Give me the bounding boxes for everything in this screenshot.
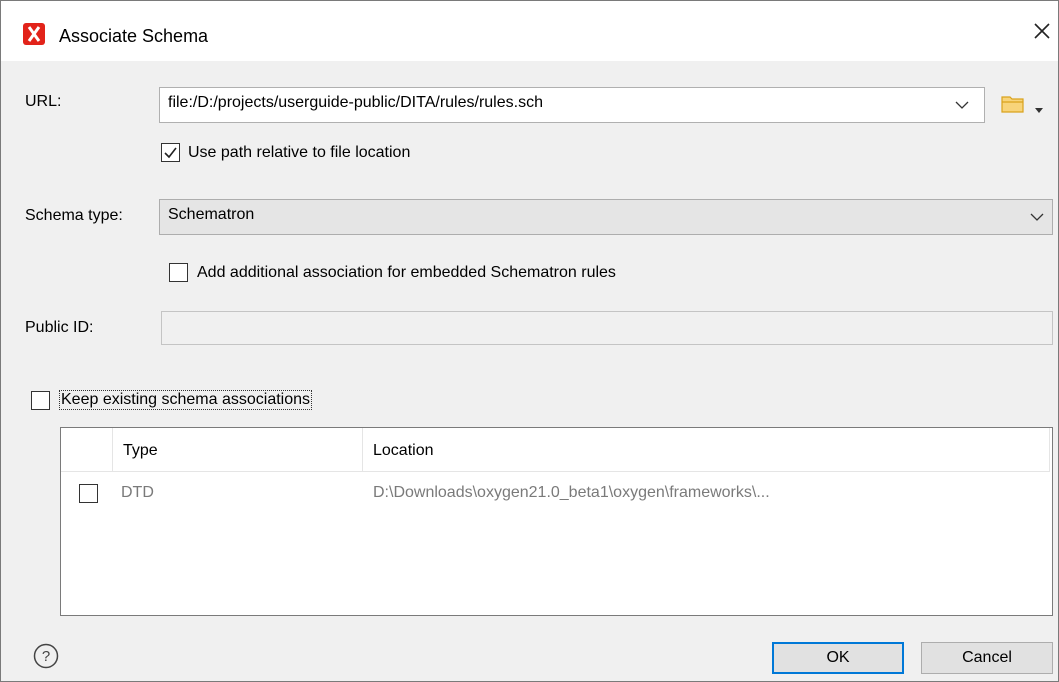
title-bar: Associate Schema — [1, 1, 1058, 61]
embedded-checkbox[interactable] — [169, 263, 188, 282]
cancel-button[interactable]: Cancel — [921, 642, 1053, 674]
location-column-header[interactable]: Location — [363, 428, 1050, 472]
row-location: D:\Downloads\oxygen21.0_beta1\oxygen\fra… — [373, 484, 770, 501]
ok-button[interactable]: OK — [772, 642, 904, 674]
svg-text:?: ? — [42, 648, 50, 665]
url-combo[interactable]: file:/D:/projects/userguide-public/DITA/… — [159, 87, 985, 123]
keep-existing-label: Keep existing schema associations — [59, 390, 313, 410]
keep-existing-checkbox[interactable] — [31, 391, 50, 410]
chevron-down-icon — [1030, 213, 1044, 221]
row-type: DTD — [121, 484, 154, 501]
schema-type-value: Schematron — [168, 206, 255, 223]
use-relative-label: Use path relative to file location — [188, 144, 411, 161]
chevron-down-icon[interactable] — [955, 100, 969, 110]
help-icon[interactable]: ? — [33, 643, 59, 669]
schema-type-label: Schema type: — [25, 207, 123, 224]
window-title: Associate Schema — [59, 26, 209, 46]
schema-type-select[interactable]: Schematron — [159, 199, 1053, 235]
url-value: file:/D:/projects/userguide-public/DITA/… — [168, 94, 543, 111]
caret-down-icon[interactable] — [1034, 101, 1044, 119]
public-id-label: Public ID: — [25, 319, 94, 336]
public-id-field[interactable] — [161, 311, 1053, 345]
type-column-header[interactable]: Type — [113, 428, 363, 472]
use-relative-checkbox[interactable] — [161, 143, 180, 162]
embedded-label: Add additional association for embedded … — [197, 264, 616, 281]
table-row[interactable]: DTD D:\Downloads\oxygen21.0_beta1\oxygen… — [61, 472, 1050, 510]
select-column-header — [61, 428, 113, 472]
associations-table: Type Location DTD D:\Downloads\oxygen21.… — [60, 427, 1053, 616]
url-label: URL: — [25, 93, 62, 110]
row-checkbox[interactable] — [79, 484, 98, 503]
folder-icon[interactable] — [1001, 94, 1027, 114]
app-logo-icon — [23, 23, 45, 45]
close-icon[interactable] — [1028, 17, 1056, 45]
associate-schema-dialog: Associate Schema URL: file:/D:/projects/… — [0, 0, 1059, 682]
